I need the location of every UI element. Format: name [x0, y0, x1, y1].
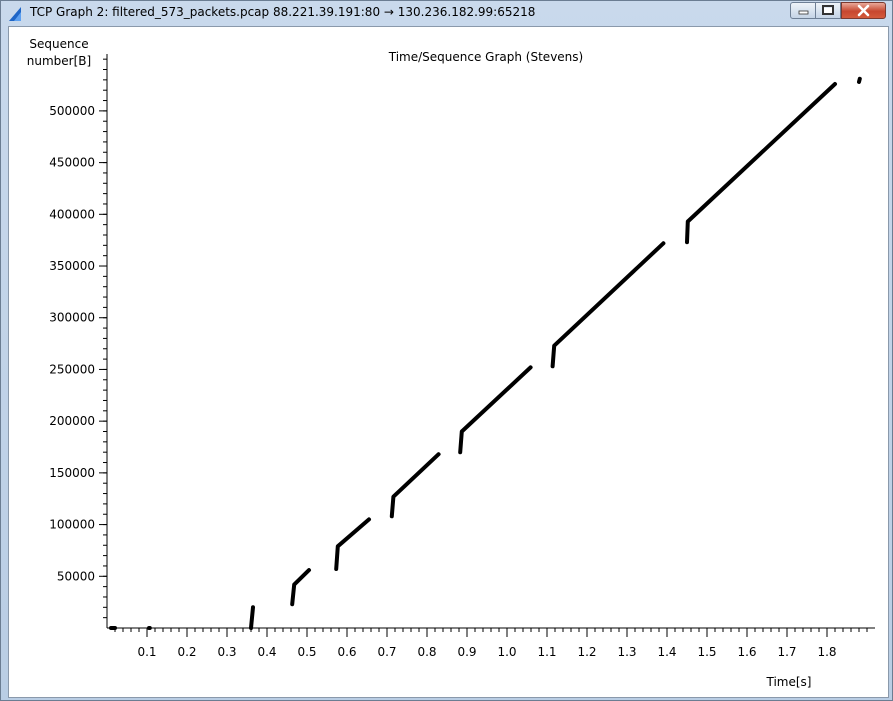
tcp-graph-window: TCP Graph 2: filtered_573_packets.pcap 8…: [0, 0, 893, 701]
sequence-segment: [334, 517, 371, 571]
x-tick-label: 0.3: [217, 645, 236, 659]
x-tick-label: 1.7: [777, 645, 796, 659]
y-tick-label: 50000: [57, 569, 95, 583]
y-tick-label: 300000: [49, 311, 95, 325]
y-axis-label-line2: number[B]: [27, 54, 91, 68]
x-tick-label: 1.5: [697, 645, 716, 659]
y-axis-label-line1: Sequence: [29, 37, 88, 51]
sequence-segment: [389, 452, 441, 519]
wireshark-fin-icon: [9, 7, 21, 21]
sequence-segment: [857, 76, 862, 84]
x-tick-label: 0.2: [177, 645, 196, 659]
maximize-icon: [822, 5, 834, 15]
x-tick-label: 0.5: [297, 645, 316, 659]
time-sequence-chart[interactable]: Time/Sequence Graph (Stevens) Sequence n…: [9, 27, 888, 697]
x-tick-label: 0.9: [457, 645, 476, 659]
y-tick-label: 200000: [49, 414, 95, 428]
minimize-icon: [798, 10, 809, 15]
x-axis-ticks: 0.1 0.2 0.3 0.4 0.5 0.6 0.7 0.8 0.9 1.0 1.1 1.2 1.3 1…: [114, 628, 868, 659]
y-tick-label: 450000: [49, 156, 95, 170]
title-bar[interactable]: TCP Graph 2: filtered_573_packets.pcap 8…: [1, 1, 892, 26]
sequence-segment: [685, 82, 837, 245]
plot-marks: [109, 76, 862, 630]
sequence-segment: [290, 568, 311, 607]
sequence-segment: [249, 605, 255, 630]
x-tick-label: 0.4: [257, 645, 276, 659]
sequence-segment: [550, 241, 666, 369]
x-tick-label: 1.3: [617, 645, 636, 659]
minimize-button[interactable]: [790, 2, 816, 19]
graph-area[interactable]: Time/Sequence Graph (Stevens) Sequence n…: [8, 26, 889, 698]
y-tick-label: 250000: [49, 362, 95, 376]
y-tick-label: 400000: [49, 207, 95, 221]
close-icon: [857, 4, 870, 17]
x-tick-label: 1.8: [817, 645, 836, 659]
close-button[interactable]: [841, 2, 886, 19]
x-tick-label: 1.0: [497, 645, 516, 659]
x-tick-label: 0.1: [137, 645, 156, 659]
x-tick-label: 0.6: [337, 645, 356, 659]
y-tick-label: 150000: [49, 466, 95, 480]
y-axis-ticks: 50000 100000 150000 200000 250000 300000 35000…: [49, 58, 107, 619]
chart-title: Time/Sequence Graph (Stevens): [388, 50, 583, 64]
y-tick-label: 350000: [49, 259, 95, 273]
x-tick-label: 1.2: [577, 645, 596, 659]
x-axis-label: Time[s]: [766, 675, 812, 689]
maximize-button[interactable]: [815, 2, 841, 19]
y-tick-label: 100000: [49, 518, 95, 532]
x-tick-label: 1.4: [657, 645, 676, 659]
y-tick-label: 500000: [49, 104, 95, 118]
x-tick-label: 0.7: [377, 645, 396, 659]
x-tick-label: 0.8: [417, 645, 436, 659]
sequence-segment: [458, 365, 533, 455]
x-tick-label: 1.1: [537, 645, 556, 659]
window-title: TCP Graph 2: filtered_573_packets.pcap 8…: [30, 5, 536, 19]
x-tick-label: 1.6: [737, 645, 756, 659]
